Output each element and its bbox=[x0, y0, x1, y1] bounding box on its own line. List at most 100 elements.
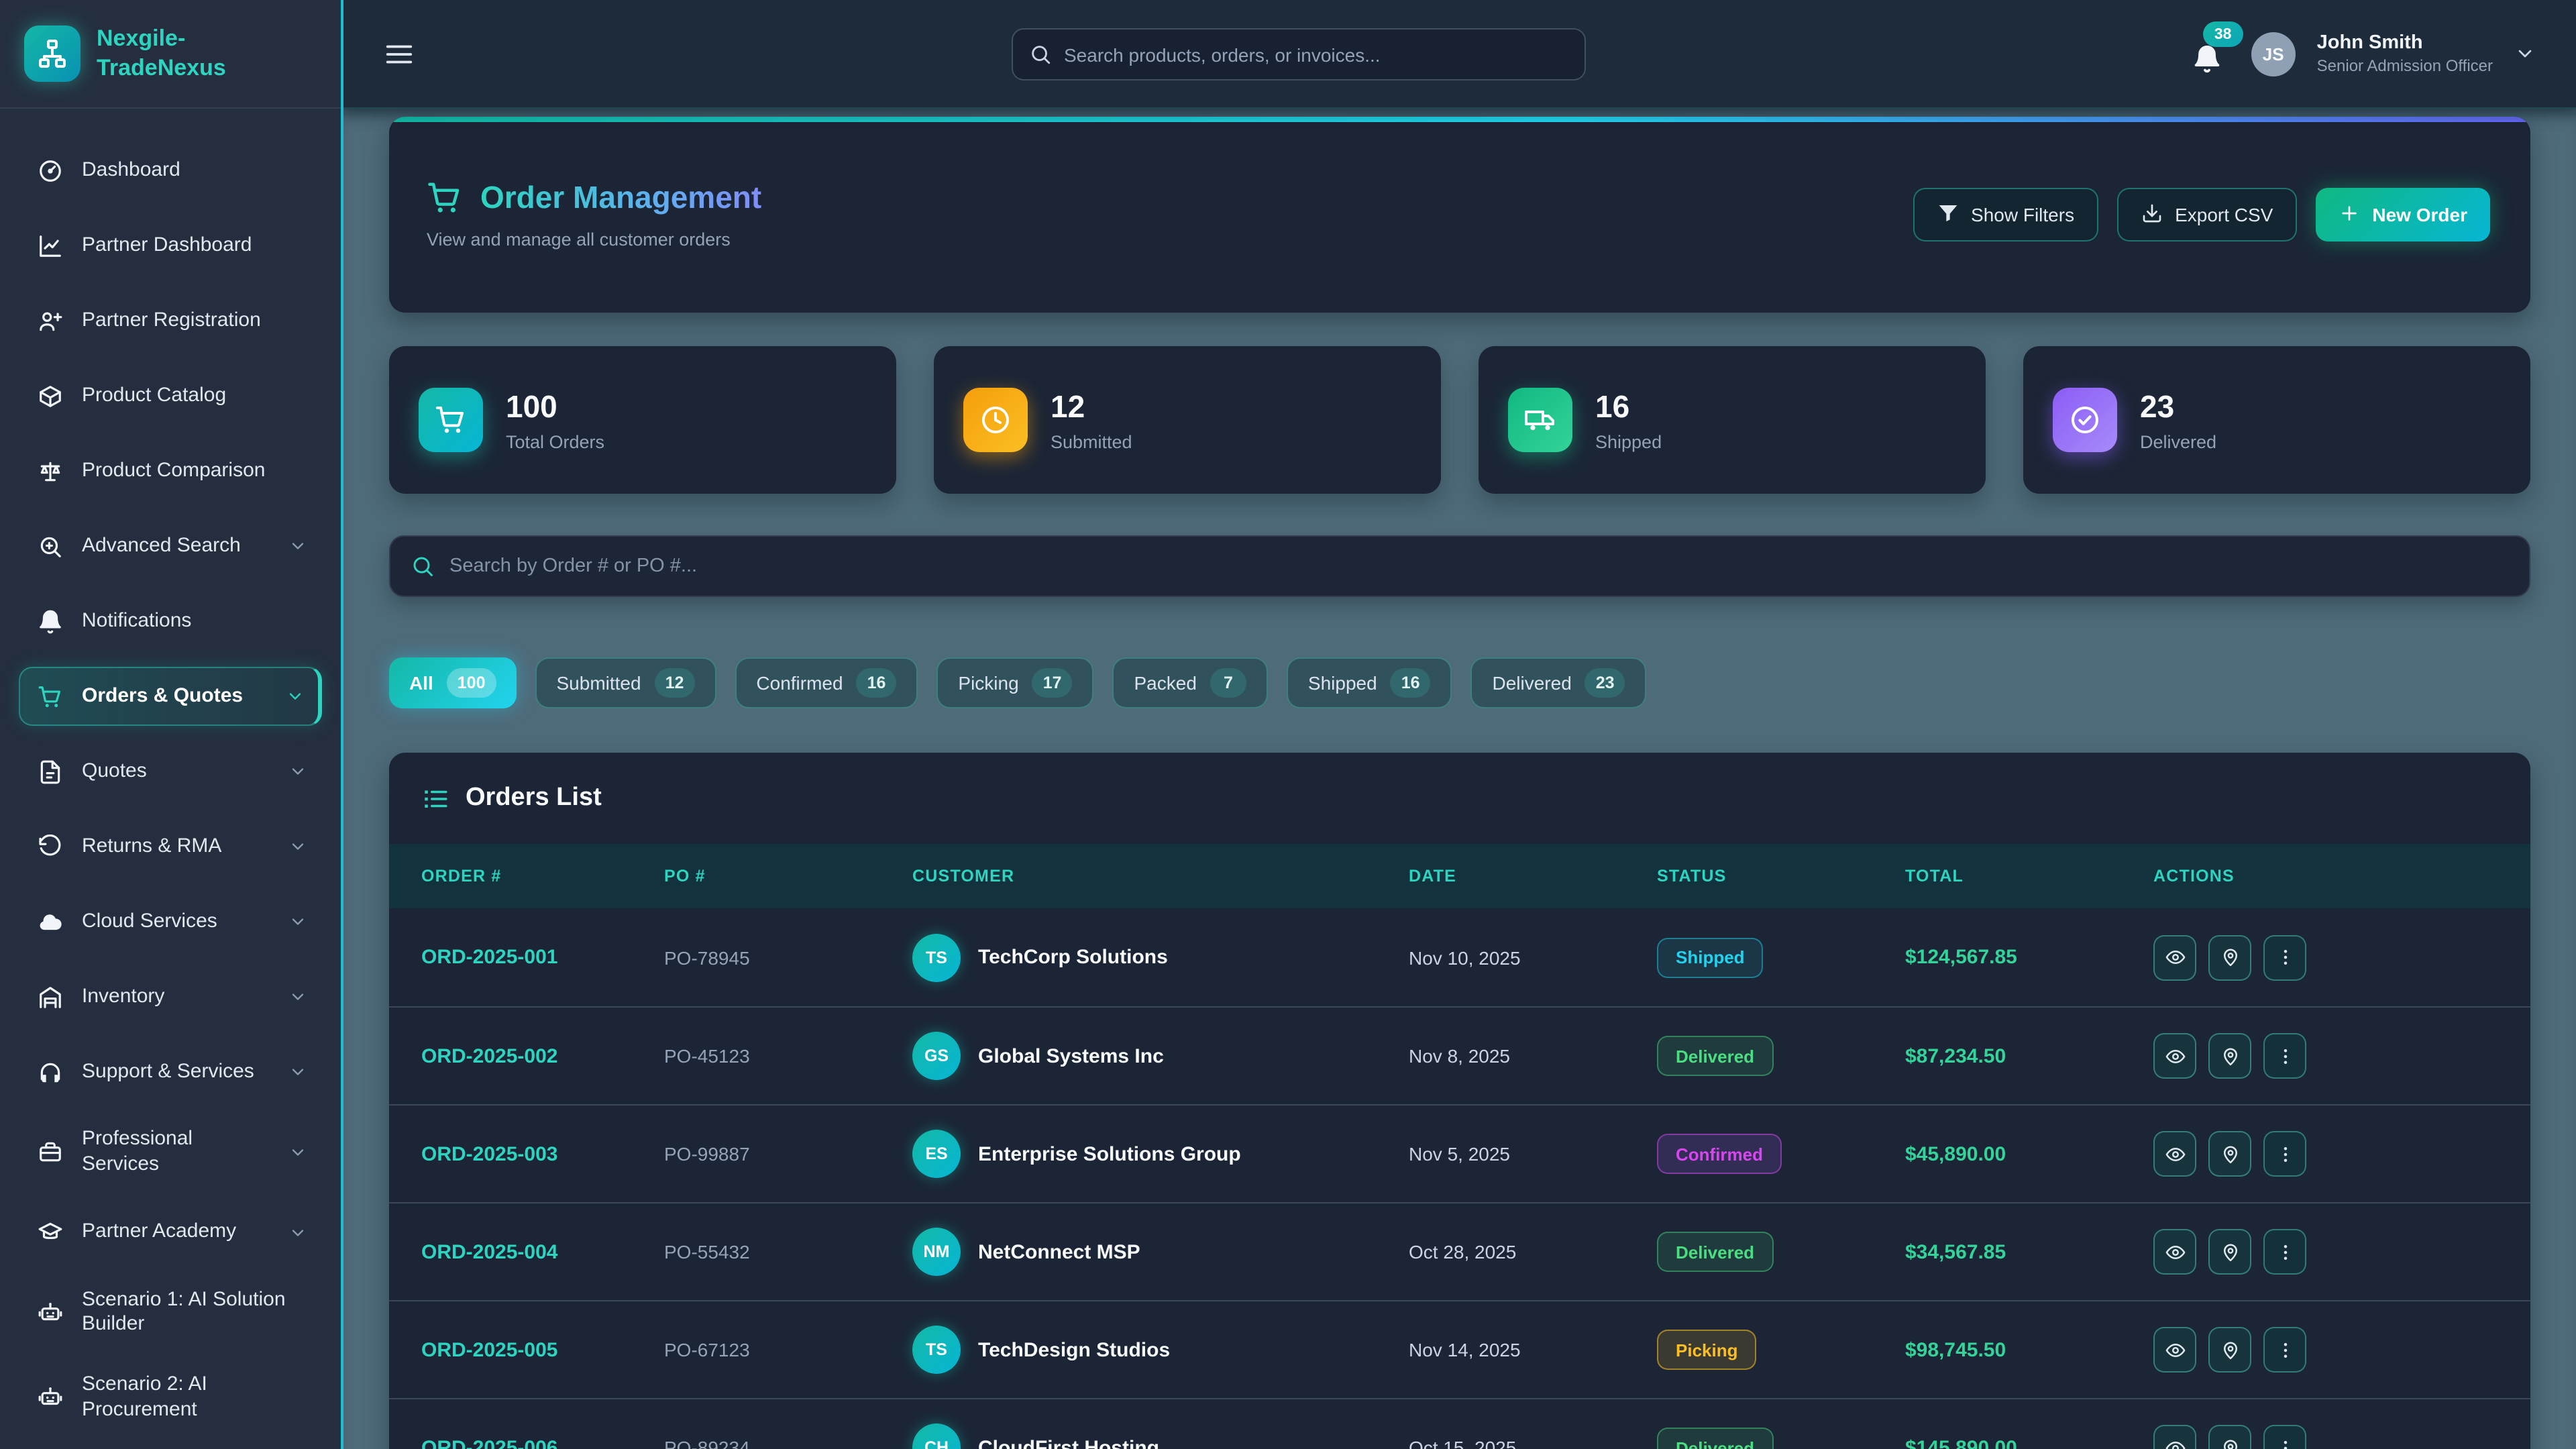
status-badge: Shipped bbox=[1657, 937, 1764, 977]
page-title: Order Management bbox=[480, 180, 761, 216]
sidebar-item-orders-quotes[interactable]: Orders & Quotes bbox=[19, 667, 322, 726]
sidebar-item-label: Inventory bbox=[82, 984, 270, 1010]
po-number: PO-45123 bbox=[664, 1045, 912, 1067]
sidebar-item-professional-services[interactable]: Professional Services bbox=[19, 1118, 322, 1187]
filter-tab-delivered[interactable]: Delivered23 bbox=[1471, 657, 1647, 708]
tab-label: Picking bbox=[958, 672, 1018, 694]
view-order-button[interactable] bbox=[2153, 1425, 2196, 1449]
toolbox-icon bbox=[36, 1139, 63, 1166]
po-number: PO-78945 bbox=[664, 947, 912, 968]
notifications-button[interactable]: 38 bbox=[2184, 27, 2230, 80]
order-total: $98,745.50 bbox=[1905, 1338, 2153, 1361]
sidebar-item-label: Scenario 2: AI Procurement bbox=[82, 1373, 307, 1423]
customer-avatar: NM bbox=[912, 1228, 961, 1276]
tab-label: All bbox=[409, 672, 433, 694]
sidebar-item-quotes[interactable]: Quotes bbox=[19, 742, 322, 801]
sidebar-item-product-catalog[interactable]: Product Catalog bbox=[19, 366, 322, 425]
sidebar-item-label: Cloud Services bbox=[82, 909, 270, 934]
more-actions-button[interactable] bbox=[2263, 934, 2306, 980]
stat-label: Shipped bbox=[1595, 431, 1662, 451]
column-header-customer: CUSTOMER bbox=[912, 867, 1409, 885]
stats-row: 100Total Orders12Submitted16Shipped23Del… bbox=[389, 346, 2530, 494]
orders-search-input[interactable] bbox=[449, 555, 2509, 577]
order-number-link[interactable]: ORD-2025-004 bbox=[421, 1240, 664, 1263]
avatar[interactable]: JS bbox=[2251, 32, 2296, 76]
warehouse-icon bbox=[36, 983, 63, 1010]
order-number-link[interactable]: ORD-2025-006 bbox=[421, 1436, 664, 1449]
track-order-button[interactable] bbox=[2208, 934, 2251, 980]
order-number-link[interactable]: ORD-2025-005 bbox=[421, 1338, 664, 1361]
sidebar-item-scenario-2-ai-procurement[interactable]: Scenario 2: AI Procurement bbox=[19, 1363, 322, 1432]
sidebar-item-notifications[interactable]: Notifications bbox=[19, 592, 322, 651]
customer-name: Enterprise Solutions Group bbox=[978, 1142, 1241, 1165]
order-number-link[interactable]: ORD-2025-003 bbox=[421, 1142, 664, 1165]
track-order-button[interactable] bbox=[2208, 1229, 2251, 1275]
customer-cell: TSTechDesign Studios bbox=[912, 1326, 1409, 1374]
more-actions-button[interactable] bbox=[2263, 1131, 2306, 1177]
order-date: Nov 8, 2025 bbox=[1409, 1045, 1657, 1067]
sidebar-item-scenario-1-ai-solution-builder[interactable]: Scenario 1: AI Solution Builder bbox=[19, 1278, 322, 1347]
show-filters-button[interactable]: Show Filters bbox=[1913, 188, 2098, 241]
order-number-link[interactable]: ORD-2025-002 bbox=[421, 1044, 664, 1067]
status-badge: Delivered bbox=[1657, 1036, 1773, 1076]
sidebar-item-partner-dashboard[interactable]: Partner Dashboard bbox=[19, 216, 322, 275]
view-order-button[interactable] bbox=[2153, 1327, 2196, 1373]
brand-logo-icon bbox=[24, 25, 80, 82]
sidebar-header: Nexgile- TradeNexus bbox=[0, 0, 341, 109]
tab-count-badge: 16 bbox=[1391, 668, 1431, 698]
tab-count-badge: 16 bbox=[857, 668, 897, 698]
global-search-input[interactable] bbox=[1064, 44, 1568, 65]
filter-tab-confirmed[interactable]: Confirmed16 bbox=[735, 657, 918, 708]
status-filter-tabs: All 100 Submitted12 Confirmed16 Picking17 Pac… bbox=[389, 657, 2530, 708]
more-actions-button[interactable] bbox=[2263, 1033, 2306, 1079]
sidebar-item-cloud-services[interactable]: Cloud Services bbox=[19, 892, 322, 951]
chevron-down-icon bbox=[286, 687, 305, 706]
order-total: $45,890.00 bbox=[1905, 1142, 2153, 1165]
track-order-button[interactable] bbox=[2208, 1131, 2251, 1177]
sidebar-item-label: Scenario 1: AI Solution Builder bbox=[82, 1287, 307, 1338]
sidebar-item-dashboard[interactable]: Dashboard bbox=[19, 141, 322, 200]
view-order-button[interactable] bbox=[2153, 1229, 2196, 1275]
view-order-button[interactable] bbox=[2153, 1033, 2196, 1079]
sidebar-item-partner-academy[interactable]: Partner Academy bbox=[19, 1203, 322, 1262]
track-order-button[interactable] bbox=[2208, 1033, 2251, 1079]
column-header-order: ORDER # bbox=[421, 867, 664, 885]
view-order-button[interactable] bbox=[2153, 1131, 2196, 1177]
sidebar-item-inventory[interactable]: Inventory bbox=[19, 967, 322, 1026]
sidebar-item-returns-rma[interactable]: Returns & RMA bbox=[19, 817, 322, 876]
new-order-button[interactable]: New Order bbox=[2316, 188, 2490, 241]
customer-avatar: ES bbox=[912, 1130, 961, 1178]
filter-tab-all[interactable]: All 100 bbox=[389, 657, 517, 708]
tab-count-badge: 100 bbox=[447, 668, 496, 698]
more-actions-button[interactable] bbox=[2263, 1229, 2306, 1275]
sidebar-item-advanced-search[interactable]: Advanced Search bbox=[19, 517, 322, 576]
export-csv-button[interactable]: Export CSV bbox=[2117, 188, 2297, 241]
tab-label: Packed bbox=[1134, 672, 1197, 694]
sidebar-item-support-services[interactable]: Support & Services bbox=[19, 1042, 322, 1102]
sidebar-toggle-button[interactable] bbox=[376, 31, 421, 76]
filter-icon bbox=[1937, 202, 1959, 227]
robot-icon bbox=[36, 1385, 63, 1411]
status-badge: Delivered bbox=[1657, 1428, 1773, 1449]
more-actions-button[interactable] bbox=[2263, 1425, 2306, 1449]
more-actions-button[interactable] bbox=[2263, 1327, 2306, 1373]
sidebar-item-partner-registration[interactable]: Partner Registration bbox=[19, 291, 322, 350]
sidebar-item-product-comparison[interactable]: Product Comparison bbox=[19, 441, 322, 500]
user-menu-chevron-icon[interactable] bbox=[2514, 43, 2536, 64]
sidebar-item-label: Partner Academy bbox=[82, 1220, 270, 1245]
order-number-link[interactable]: ORD-2025-001 bbox=[421, 946, 664, 969]
view-order-button[interactable] bbox=[2153, 934, 2196, 980]
app-root: Nexgile- TradeNexus Dashboard Partner Das… bbox=[0, 0, 2576, 1449]
track-order-button[interactable] bbox=[2208, 1425, 2251, 1449]
filter-tab-picking[interactable]: Picking17 bbox=[936, 657, 1093, 708]
filter-tab-submitted[interactable]: Submitted12 bbox=[535, 657, 716, 708]
filter-tab-packed[interactable]: Packed7 bbox=[1113, 657, 1268, 708]
gauge-icon bbox=[36, 157, 63, 184]
order-date: Oct 28, 2025 bbox=[1409, 1241, 1657, 1263]
user-meta: John Smith Senior Admission Officer bbox=[2317, 31, 2493, 77]
filter-tab-shipped[interactable]: Shipped16 bbox=[1287, 657, 1452, 708]
track-order-button[interactable] bbox=[2208, 1327, 2251, 1373]
sidebar-item-label: Partner Registration bbox=[82, 308, 307, 333]
stat-card-total-orders: 100Total Orders bbox=[389, 346, 896, 494]
orders-list-header: Orders List bbox=[389, 753, 2530, 844]
